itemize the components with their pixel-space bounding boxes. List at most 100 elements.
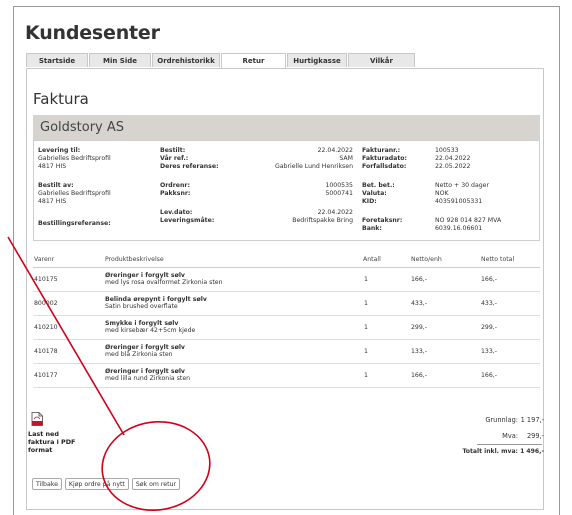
row-netto-total: 133,- xyxy=(481,348,498,355)
total-label: Totalt inkl. mva: xyxy=(462,448,518,455)
tab-hurtigkasse[interactable]: Hurtigkasse xyxy=(287,53,347,67)
col-netto-total: Netto total xyxy=(481,256,515,263)
invoice-heading: Faktura xyxy=(33,90,89,108)
leveringsmate-value: Bedriftspakke Bring xyxy=(292,217,353,224)
table-header: Varenr Produktbeskrivelse Antall Netto/e… xyxy=(33,251,540,268)
deres-ref-value: Gabrielle Lund Henriksen xyxy=(274,163,353,170)
row-subtitle: med kirsebær 42+5cm kjede xyxy=(105,327,196,335)
deres-ref-label: Deres referanse: xyxy=(160,163,219,170)
pdf-label-line: format xyxy=(28,446,53,454)
foretaksnr-label: Foretaksnr: xyxy=(362,217,403,224)
row-antall: 1 xyxy=(364,372,368,379)
row-netto-enh: 299,- xyxy=(411,324,428,331)
row-title: Øreringer i forgylt sølv xyxy=(105,272,185,279)
bet-bet-label: Bet. bet.: xyxy=(362,182,395,189)
fakturanr-value: 100533 xyxy=(435,147,459,154)
row-netto-enh: 133,- xyxy=(411,348,428,355)
kid-value: 403591005331 xyxy=(435,198,483,205)
tilbake-button[interactable]: Tilbake xyxy=(32,478,62,490)
action-buttons: Tilbake Kjøp ordre på nytt Søk om retur xyxy=(32,478,183,490)
row-varenr: 410178 xyxy=(34,348,58,355)
bestilt-av-label: Bestilt av: xyxy=(38,182,74,189)
table-row: 410175 Øreringer i forgylt sølv med lys ro… xyxy=(33,268,540,292)
tab-min-side[interactable]: Min Side xyxy=(89,53,151,67)
pakksnr-value: 5000741 xyxy=(325,190,353,197)
levering-line: 4817 HIS xyxy=(38,163,67,170)
mva-label: Mva: xyxy=(502,432,518,440)
grunnlag-label: Grunnlag: xyxy=(485,416,518,424)
bestilt-av-line: 4817 HIS xyxy=(38,198,67,205)
kid-label: KID: xyxy=(362,198,377,205)
fakturadato-value: 22.04.2022 xyxy=(435,155,471,162)
grunnlag-value: 1 197,- xyxy=(520,416,544,424)
invoice-info-box: Levering til: Gabrielles Bedriftsprofil … xyxy=(33,140,540,241)
company-name-bar: Goldstory AS xyxy=(33,115,540,140)
row-subtitle: med blå Zirkonia sten xyxy=(105,351,173,359)
levering-line: Gabrielles Bedriftsprofil xyxy=(38,155,111,162)
pdf-label-line: Last ned xyxy=(28,430,59,438)
row-netto-total: 299,- xyxy=(481,324,498,331)
bestillingsref-label: Bestillingsreferanse: xyxy=(38,220,111,227)
row-antall: 1 xyxy=(364,324,368,331)
row-varenr: 410175 xyxy=(34,276,58,283)
row-antall: 1 xyxy=(364,348,368,355)
fakturanr-label: Fakturanr.: xyxy=(362,147,401,154)
page-title: Kundesenter xyxy=(25,22,160,44)
mva-value: 299,- xyxy=(526,432,544,440)
leveringsmate-label: Leveringsmåte: xyxy=(160,217,215,224)
row-netto-enh: 166,- xyxy=(411,276,428,283)
pdf-download-link[interactable]: Last ned faktura i PDF format xyxy=(28,430,76,454)
row-netto-total: 166,- xyxy=(481,276,498,283)
ordrenr-label: Ordrenr: xyxy=(160,182,190,189)
valuta-value: NOK xyxy=(435,190,449,197)
tab-bar: Startside Min Side Ordrehistorikk Retur Hurt… xyxy=(26,53,416,68)
bet-bet-value: Netto + 30 dager xyxy=(435,182,490,189)
tab-startside[interactable]: Startside xyxy=(26,53,88,67)
col-beskrivelse: Produktbeskrivelse xyxy=(105,256,164,263)
row-netto-enh: 433,- xyxy=(411,300,428,307)
row-varenr: 800002 xyxy=(34,300,58,307)
fakturadato-label: Fakturadato: xyxy=(362,155,408,162)
tab-vilkår[interactable]: Vilkår xyxy=(348,53,415,67)
bestilt-label: Bestilt: xyxy=(160,147,186,154)
table-row: 410178 Øreringer i forgylt sølv med blå Zi… xyxy=(33,340,540,364)
total-value: 1 496,- xyxy=(520,448,544,455)
lev-dato-value: 22.04.2022 xyxy=(317,209,353,216)
row-antall: 1 xyxy=(364,300,368,307)
valuta-label: Valuta: xyxy=(362,190,387,197)
order-lines-table: Varenr Produktbeskrivelse Antall Netto/e… xyxy=(33,251,540,388)
pdf-label-line: faktura i PDF xyxy=(28,438,76,446)
var-ref-value: SAM xyxy=(339,155,353,162)
pdf-file-icon[interactable] xyxy=(31,412,43,426)
row-varenr: 410177 xyxy=(34,372,58,379)
bank-value: 6039.16.06601 xyxy=(435,225,483,232)
bestilt-av-line: Gabrielles Bedriftsprofil xyxy=(38,190,111,197)
var-ref-label: Vår ref.: xyxy=(160,155,189,162)
row-varenr: 410210 xyxy=(34,324,58,331)
pakksnr-label: Pakksnr: xyxy=(160,190,191,197)
levering-label: Levering til: xyxy=(38,147,81,154)
col-netto-enh: Netto/enh xyxy=(411,256,442,263)
forfallsdato-label: Forfallsdato: xyxy=(362,163,407,170)
row-description: Øreringer i forgylt sølv med lys rosa ova… xyxy=(105,272,223,287)
table-row: 410177 Øreringer i forgylt sølv med lilla … xyxy=(33,364,540,388)
totals-box: Grunnlag: 1 197,- Mva: 299,- Totalt inkl… xyxy=(462,416,544,461)
row-subtitle: Satin brushed overflate xyxy=(105,303,178,311)
bestilt-value: 22.04.2022 xyxy=(317,147,353,154)
row-subtitle: med lilla rund Zirkonia sten xyxy=(105,375,191,383)
foretaksnr-value: NO 928 014 827 MVA xyxy=(435,217,502,224)
row-title: Belinda ørepynt i forgylt sølv xyxy=(105,296,207,303)
tab-ordrehistorikk[interactable]: Ordrehistorikk xyxy=(152,53,220,67)
buy-again-button[interactable]: Kjøp ordre på nytt xyxy=(64,478,129,490)
row-subtitle: med lys rosa ovalformet Zirkonia sten xyxy=(105,279,223,287)
row-description: Øreringer i forgylt sølv med blå Zirkonia… xyxy=(105,344,185,359)
col-antall: Antall xyxy=(363,256,381,263)
tab-retur[interactable]: Retur xyxy=(221,53,286,68)
ordrenr-value: 1000535 xyxy=(325,182,353,189)
forfallsdato-value: 22.05.2022 xyxy=(435,163,471,170)
table-row: 800002 Belinda ørepynt i forgylt sølv Sati… xyxy=(33,292,540,316)
bank-label: Bank: xyxy=(362,225,382,232)
row-title: Øreringer i forgylt sølv xyxy=(105,368,185,375)
request-return-button[interactable]: Søk om retur xyxy=(131,478,180,490)
table-row: 410210 Smykke i forgylt sølv med kirsebær … xyxy=(33,316,540,340)
